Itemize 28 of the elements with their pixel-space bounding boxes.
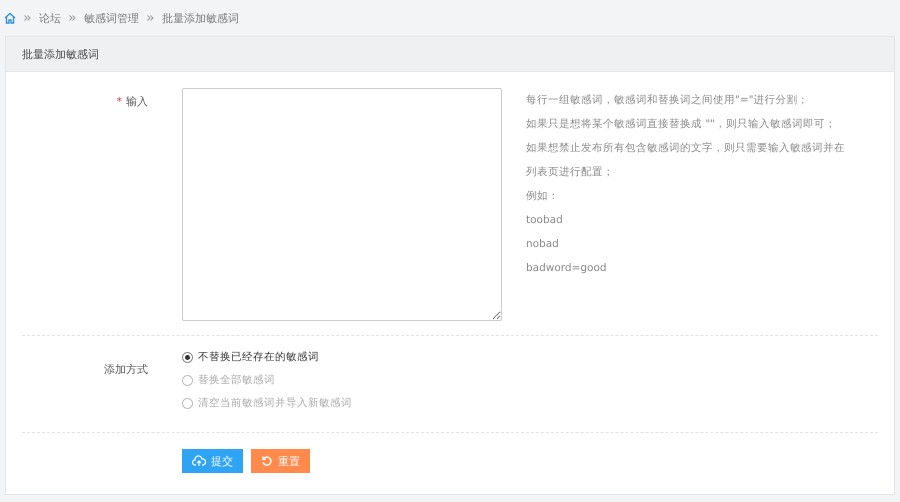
chevron-icon [24, 15, 31, 21]
breadcrumb-link[interactable]: 论坛 [39, 10, 61, 26]
chevron-icon [147, 15, 154, 21]
radio-icon[interactable] [182, 374, 193, 386]
help-text: 如果想禁止发布所有包含敏感词的文字，则只需要输入敏感词并在 [526, 141, 845, 155]
reset-button[interactable]: 重置 [251, 449, 310, 473]
help-text: toobad [526, 213, 564, 227]
radio-option[interactable]: 替换全部敏感词 [182, 373, 275, 387]
radio-option[interactable]: 清空当前敏感词并导入新敏感词 [182, 396, 352, 410]
refresh-icon [261, 455, 273, 467]
help-text: 列表页进行配置； [526, 165, 615, 179]
help-text: 例如： [526, 189, 560, 203]
help-text: 如果只是想将某个敏感词直接替换成 ""，则只输入敏感词即可； [526, 117, 837, 131]
radio-icon[interactable] [182, 398, 193, 408]
help-text: badword=good [526, 261, 608, 275]
help-text: 每行一组敏感词，敏感词和替换词之间使用"="进行分割； [526, 93, 810, 107]
submit-button[interactable]: 提交 [182, 449, 243, 473]
input-field[interactable] [182, 88, 502, 321]
cloud-upload-icon [192, 455, 206, 467]
chevron-icon [69, 15, 76, 21]
help-text: nobad [526, 237, 560, 251]
field-label: * 输入 [116, 94, 148, 110]
panel-title: 批量添加敏感词 [22, 46, 99, 62]
breadcrumb-link[interactable]: 敏感词管理 [84, 10, 139, 26]
home-icon[interactable] [4, 12, 16, 24]
field-label: 添加方式 [103, 362, 148, 378]
radio-option[interactable]: 不替换已经存在的敏感词 [182, 350, 319, 364]
radio-icon[interactable] [182, 352, 193, 362]
